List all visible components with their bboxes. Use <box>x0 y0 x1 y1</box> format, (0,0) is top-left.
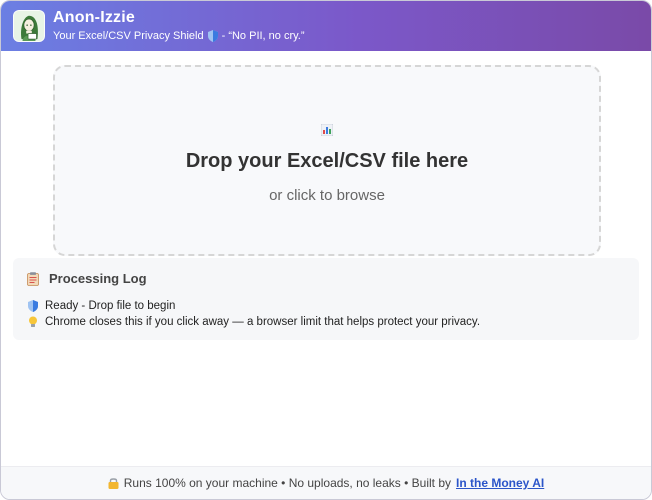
footer-text: Runs 100% on your machine • No uploads, … <box>123 476 452 490</box>
log-line: Chrome closes this if you click away — a… <box>27 314 625 330</box>
woman-avatar-logo <box>13 10 45 42</box>
app-subtitle: Your Excel/CSV Privacy Shield - “No PII,… <box>53 30 305 43</box>
app-title: Anon-Izzie <box>53 9 135 27</box>
bar-chart-icon <box>321 123 333 136</box>
app-header: Anon-Izzie Your Excel/CSV Privacy Shield… <box>1 1 651 51</box>
log-line: Ready - Drop file to begin <box>27 298 625 314</box>
log-title: Processing Log <box>49 271 147 286</box>
subtitle-prefix: Your Excel/CSV Privacy Shield <box>53 29 204 42</box>
shield-icon <box>207 30 218 43</box>
file-drop-zone[interactable]: Drop your Excel/CSV file here or click t… <box>53 65 601 256</box>
in-the-money-ai-link[interactable]: In the Money AI <box>456 476 544 490</box>
shield-icon <box>28 300 38 312</box>
subtitle-tagline: - “No PII, no cry.” <box>221 29 305 42</box>
clipboard-icon <box>27 271 39 286</box>
lightbulb-icon <box>29 316 37 327</box>
footer: Runs 100% on your machine • No uploads, … <box>1 466 651 499</box>
log-line-text: Ready - Drop file to begin <box>45 300 176 312</box>
log-header: Processing Log <box>27 271 625 286</box>
drop-zone-subtitle: or click to browse <box>269 186 385 204</box>
log-lines: Ready - Drop file to begin Chrome closes… <box>27 298 625 330</box>
processing-log: Processing Log Ready - Drop file to begi… <box>13 258 639 340</box>
extension-popup: Anon-Izzie Your Excel/CSV Privacy Shield… <box>0 0 652 500</box>
drop-zone-title: Drop your Excel/CSV file here <box>185 149 469 172</box>
log-line-text: Chrome closes this if you click away — a… <box>45 316 481 328</box>
lock-icon <box>108 478 119 489</box>
